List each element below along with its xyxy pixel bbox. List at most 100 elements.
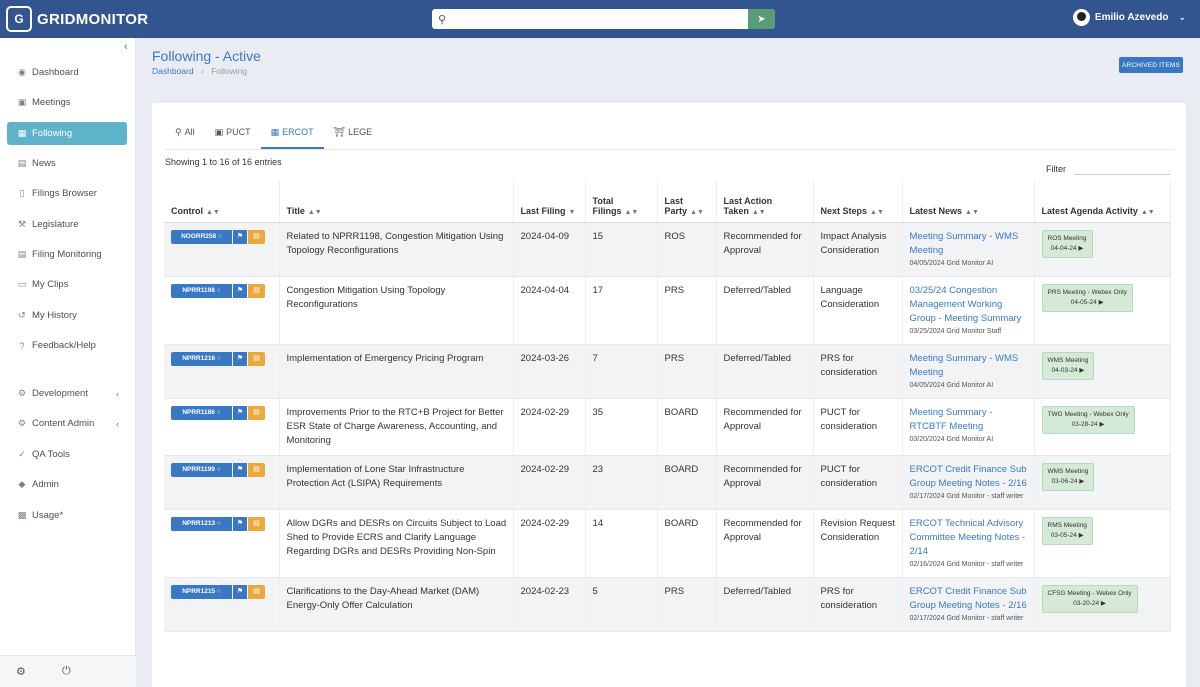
agenda-badge[interactable]: WMS Meeting 03-06-24 ▶	[1041, 462, 1095, 491]
archived-items-button[interactable]: ARCHIVED ITEMS	[1119, 57, 1183, 73]
agenda-badge[interactable]: ROS Meeting 04-04-24 ▶	[1041, 229, 1093, 258]
agenda-badge[interactable]: WMS Meeting 04-03-24 ▶	[1041, 351, 1095, 380]
sidebar-item-label: My History	[32, 310, 77, 321]
tab-ercot[interactable]: ▦ ERCOT	[260, 117, 324, 149]
sidebar-item-development[interactable]: ⚙ Development ‹	[7, 382, 127, 405]
app-logo[interactable]: G GRIDMONITOR	[6, 6, 148, 32]
sidebar-item-meetings[interactable]: ▣ Meetings	[7, 91, 127, 114]
notes-icon[interactable]: ▤	[248, 405, 265, 420]
tab-puct[interactable]: ▣ PUCT	[205, 117, 261, 149]
agenda-badge[interactable]: TWG Meeting - Webex Only 03-28-24 ▶	[1041, 405, 1135, 434]
bookmark-icon[interactable]: ⚑	[233, 229, 247, 244]
cell-last-filing: 2024-03-26	[513, 344, 586, 399]
control-id-button[interactable]: NPRR1199 ○	[171, 462, 232, 477]
bookmark-icon[interactable]: ⚑	[233, 584, 247, 599]
column-header-last-action[interactable]: Last Action Taken ▲▼	[716, 180, 814, 223]
sidebar-item-following[interactable]: ▦ Following	[7, 122, 127, 145]
tab-all[interactable]: ⚲ All	[165, 117, 205, 149]
agenda-badge[interactable]: RMS Meeting 03-05-24 ▶	[1041, 516, 1093, 545]
cell-latest-agenda: ROS Meeting 04-04-24 ▶	[1034, 222, 1171, 277]
table-row[interactable]: NPRR1213 ○ ⚑ ▤ Allow DGRs and DESRs on Circ…	[164, 509, 1171, 578]
column-header-title[interactable]: Title ▲▼	[279, 180, 514, 223]
notes-icon[interactable]: ▤	[248, 283, 265, 298]
agenda-badge[interactable]: CFSG Meeting - Webex Only 03-20-24 ▶	[1041, 584, 1138, 613]
cell-last-action: Recommended for Approval	[716, 455, 814, 510]
tab-lege[interactable]: ⛩ LEGE	[324, 117, 382, 149]
sidebar-item-legislature[interactable]: ⚒ Legislature	[7, 213, 127, 236]
sidebar-item-admin[interactable]: ◆ Admin	[7, 473, 127, 496]
table-row[interactable]: NPRR1199 ○ ⚑ ▤ Implementation of Lone Star …	[164, 455, 1171, 510]
news-link[interactable]: ERCOT Credit Finance Sub Group Meeting N…	[910, 585, 1028, 613]
cell-last-action: Deferred/Tabled	[716, 276, 814, 345]
sidebar-item-content-admin[interactable]: ⚙ Content Admin ‹	[7, 412, 127, 435]
bookmark-icon[interactable]: ⚑	[233, 516, 247, 531]
table-row[interactable]: NOGRR258 ○ ⚑ ▤ Related to NPRR1198, Congest…	[164, 222, 1171, 277]
chevron-down-icon: ⌄	[1178, 12, 1186, 22]
cell-title: Implementation of Lone Star Infrastructu…	[279, 455, 514, 510]
sidebar-item-news[interactable]: ▤ News	[7, 152, 127, 175]
notes-icon[interactable]: ▤	[248, 462, 265, 477]
sidebar-item-usage[interactable]: ▩ Usage*	[7, 504, 127, 527]
control-id-button[interactable]: NPRR1186 ○	[171, 405, 232, 420]
sidebar-item-my-clips[interactable]: ▭ My Clips	[7, 273, 127, 296]
notes-icon[interactable]: ▤	[248, 584, 265, 599]
collapse-sidebar-icon[interactable]: ‹	[124, 41, 128, 53]
filter-box: Filter	[1046, 163, 1170, 175]
sidebar-item-qa-tools[interactable]: ✓ QA Tools	[7, 443, 127, 466]
user-menu[interactable]: Emilio Azevedo ⌄	[1072, 9, 1186, 26]
column-header-latest-agenda[interactable]: Latest Agenda Activity ▲▼	[1034, 180, 1171, 223]
search-input[interactable]	[448, 10, 748, 28]
control-id-button[interactable]: NPRR1215 ○	[171, 584, 232, 599]
news-link[interactable]: Meeting Summary - WMS Meeting	[910, 352, 1028, 380]
cell-control: NPRR1213 ○ ⚑ ▤	[164, 509, 280, 578]
column-header-latest-news[interactable]: Latest News ▲▼	[902, 180, 1035, 223]
sidebar-item-my-history[interactable]: ↺ My History	[7, 304, 127, 327]
control-id-button[interactable]: NOGRR258 ○	[171, 229, 232, 244]
notes-icon[interactable]: ▤	[248, 229, 265, 244]
filter-input[interactable]	[1074, 163, 1170, 175]
column-header-next-steps[interactable]: Next Steps ▲▼	[813, 180, 903, 223]
news-link[interactable]: Meeting Summary - WMS Meeting	[910, 230, 1028, 258]
sidebar-item-dashboard[interactable]: ◉ Dashboard	[7, 61, 127, 84]
news-link[interactable]: 03/25/24 Congestion Management Working G…	[910, 284, 1028, 326]
agenda-badge[interactable]: PRS Meeting - Webex Only 04-05-24 ▶	[1041, 283, 1133, 312]
news-link[interactable]: ERCOT Credit Finance Sub Group Meeting N…	[910, 463, 1028, 491]
notes-icon[interactable]: ▤	[248, 516, 265, 531]
table-row[interactable]: NPRR1216 ○ ⚑ ▤ Implementation of Emergency …	[164, 344, 1171, 399]
notes-icon[interactable]: ▤	[248, 351, 265, 366]
sort-icon: ▲▼	[690, 208, 704, 216]
news-link[interactable]: ERCOT Technical Advisory Committee Meeti…	[910, 517, 1028, 559]
news-link[interactable]: Meeting Summary - RTCBTF Meeting	[910, 406, 1028, 434]
column-header-last-party[interactable]: Last Party ▲▼	[657, 180, 717, 223]
bookmark-icon[interactable]: ⚑	[233, 351, 247, 366]
settings-gear-icon[interactable]: ⚙	[16, 665, 26, 678]
bookmark-icon[interactable]: ⚑	[233, 283, 247, 298]
building-icon: ▦	[270, 127, 280, 137]
bookmark-icon[interactable]: ⚑	[233, 462, 247, 477]
cell-latest-news: Meeting Summary - WMS Meeting 04/05/2024 …	[902, 222, 1035, 277]
tab-divider	[165, 149, 1173, 150]
control-id-button[interactable]: NPRR1216 ○	[171, 351, 232, 366]
table-row[interactable]: NPRR1186 ○ ⚑ ▤ Improvements Prior to the RT…	[164, 398, 1171, 456]
control-id-button[interactable]: NPRR1213 ○	[171, 516, 232, 531]
column-header-total-filings[interactable]: Total Filings ▲▼	[585, 180, 658, 223]
sidebar-item-feedback-help[interactable]: ? Feedback/Help	[7, 334, 127, 357]
cell-next-steps: Impact Analysis Consideration	[813, 222, 903, 277]
column-header-last-filing[interactable]: Last Filing ▼	[513, 180, 586, 223]
sidebar-item-label: Meetings	[32, 97, 71, 108]
sidebar-item-filing-monitoring[interactable]: ▤ Filing Monitoring	[7, 243, 127, 266]
chevron-left-icon: ‹	[116, 388, 119, 399]
tab-label: PUCT	[226, 127, 251, 137]
search-submit-button[interactable]: ➤	[748, 9, 775, 29]
column-header-control[interactable]: Control ▲▼	[164, 180, 280, 223]
power-icon[interactable]: ⏻	[62, 665, 71, 678]
breadcrumb-dashboard-link[interactable]: Dashboard	[152, 66, 194, 76]
cell-last-party: BOARD	[657, 455, 717, 510]
bookmark-icon[interactable]: ⚑	[233, 405, 247, 420]
table-row[interactable]: NPRR1215 ○ ⚑ ▤ Clarifications to the Day-Ah…	[164, 577, 1171, 632]
table-row[interactable]: NPRR1198 ○ ⚑ ▤ Congestion Mitigation Using …	[164, 276, 1171, 345]
sidebar-item-label: Feedback/Help	[32, 340, 96, 351]
sidebar-item-filings-browser[interactable]: ▯ Filings Browser	[7, 182, 127, 205]
control-id-button[interactable]: NPRR1198 ○	[171, 283, 232, 298]
sidebar-item-label: Content Admin	[32, 418, 95, 429]
